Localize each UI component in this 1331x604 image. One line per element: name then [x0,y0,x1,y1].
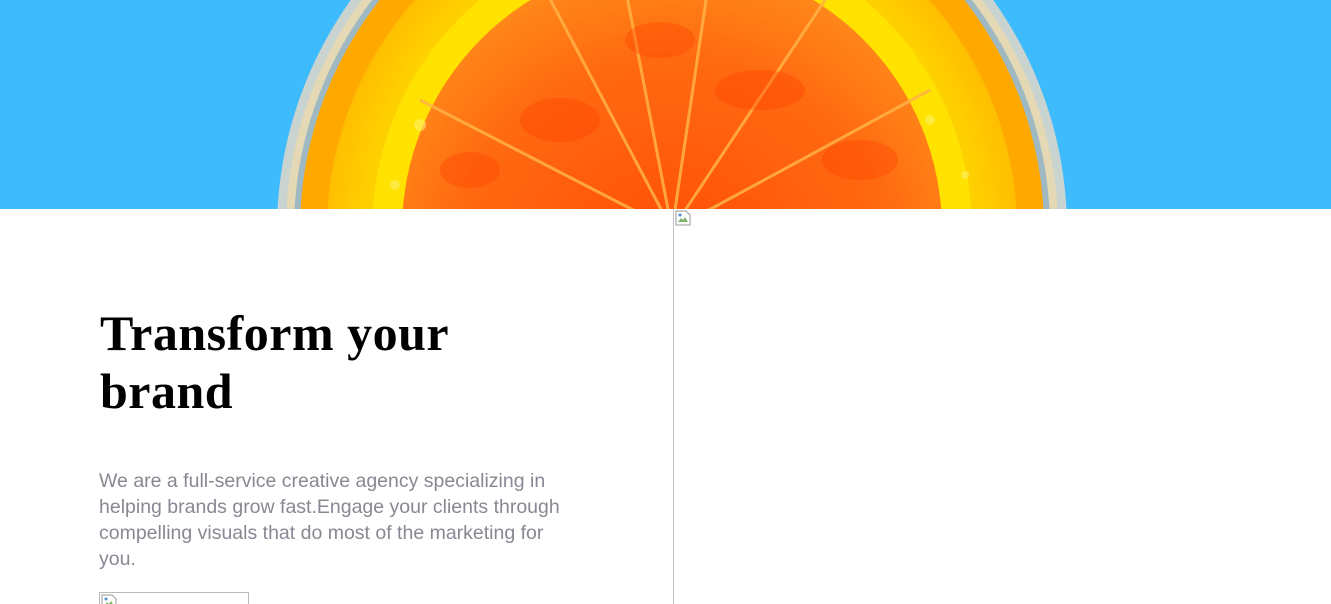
hero-banner [0,0,1331,209]
broken-image-icon [101,594,117,604]
text-column: Transform your brand We are a full-servi… [0,209,673,604]
orange-slice-image [277,0,1067,209]
page-title: Transform your brand [100,305,449,419]
main-section: Transform your brand We are a full-servi… [0,209,1331,604]
cta-image-link[interactable] [99,592,249,604]
intro-description: We are a full-service creative agency sp… [99,470,560,570]
image-column [673,209,1331,604]
broken-image-icon [675,210,691,226]
